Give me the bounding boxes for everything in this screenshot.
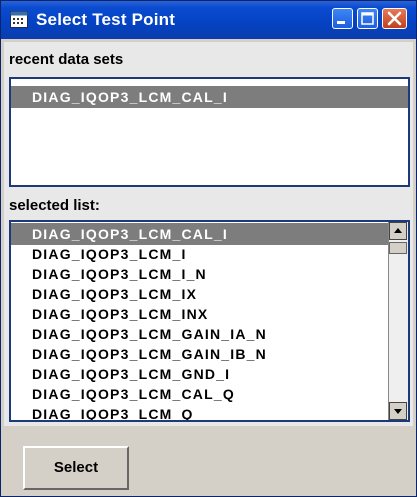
list-item[interactable]: DIAG_IQOP3_LCM_I	[11, 243, 389, 265]
arrow-up-icon	[394, 228, 402, 233]
list-item[interactable]: DIAG_IQOP3_LCM_I_N	[11, 263, 389, 285]
list-item[interactable]: DIAG_IQOP3_LCM_CAL_I	[11, 223, 389, 245]
select-button[interactable]: Select	[23, 446, 129, 490]
vertical-scrollbar[interactable]	[388, 222, 408, 420]
close-button[interactable]	[382, 8, 407, 29]
scroll-down-button[interactable]	[389, 402, 407, 420]
list-item[interactable]: DIAG_IQOP3_LCM_Q	[11, 403, 389, 420]
window-title: Select Test Point	[36, 10, 176, 29]
list-item[interactable]: DIAG_IQOP3_LCM_CAL_Q	[11, 383, 389, 405]
selected-list-label: selected list:	[9, 197, 100, 214]
list-item[interactable]: DIAG_IQOP3_LCM_GAIN_IA_N	[11, 323, 389, 345]
recent-data-sets-label: recent data sets	[9, 51, 124, 68]
scroll-thumb[interactable]	[389, 242, 407, 254]
maximize-icon	[361, 12, 374, 25]
list-item[interactable]: DIAG_IQOP3_LCM_GAIN_IB_N	[11, 343, 389, 365]
action-bar: Select	[4, 426, 413, 496]
minimize-button[interactable]	[332, 8, 353, 29]
list-item[interactable]: DIAG_IQOP3_LCM_IX	[11, 283, 389, 305]
selected-list[interactable]: DIAG_IQOP3_LCM_CAL_I DIAG_IQOP3_LCM_I DI…	[9, 220, 410, 422]
list-item[interactable]: DIAG_IQOP3_LCM_GND_I	[11, 363, 389, 385]
list-item[interactable]: DIAG_IQOP3_LCM_CAL_I	[11, 86, 408, 108]
calendar-icon	[10, 11, 28, 28]
close-icon	[387, 11, 402, 26]
arrow-down-icon	[394, 409, 402, 414]
recent-data-sets-list[interactable]: DIAG_IQOP3_LCM_CAL_I	[9, 77, 410, 187]
minimize-icon	[337, 21, 345, 24]
scroll-up-button[interactable]	[389, 222, 407, 240]
list-item[interactable]: DIAG_IQOP3_LCM_INX	[11, 303, 389, 325]
maximize-button[interactable]	[357, 8, 378, 29]
title-bar[interactable]: Select Test Point	[1, 1, 416, 39]
select-test-point-window: Select Test Point recent data sets DIAG_…	[0, 0, 417, 497]
